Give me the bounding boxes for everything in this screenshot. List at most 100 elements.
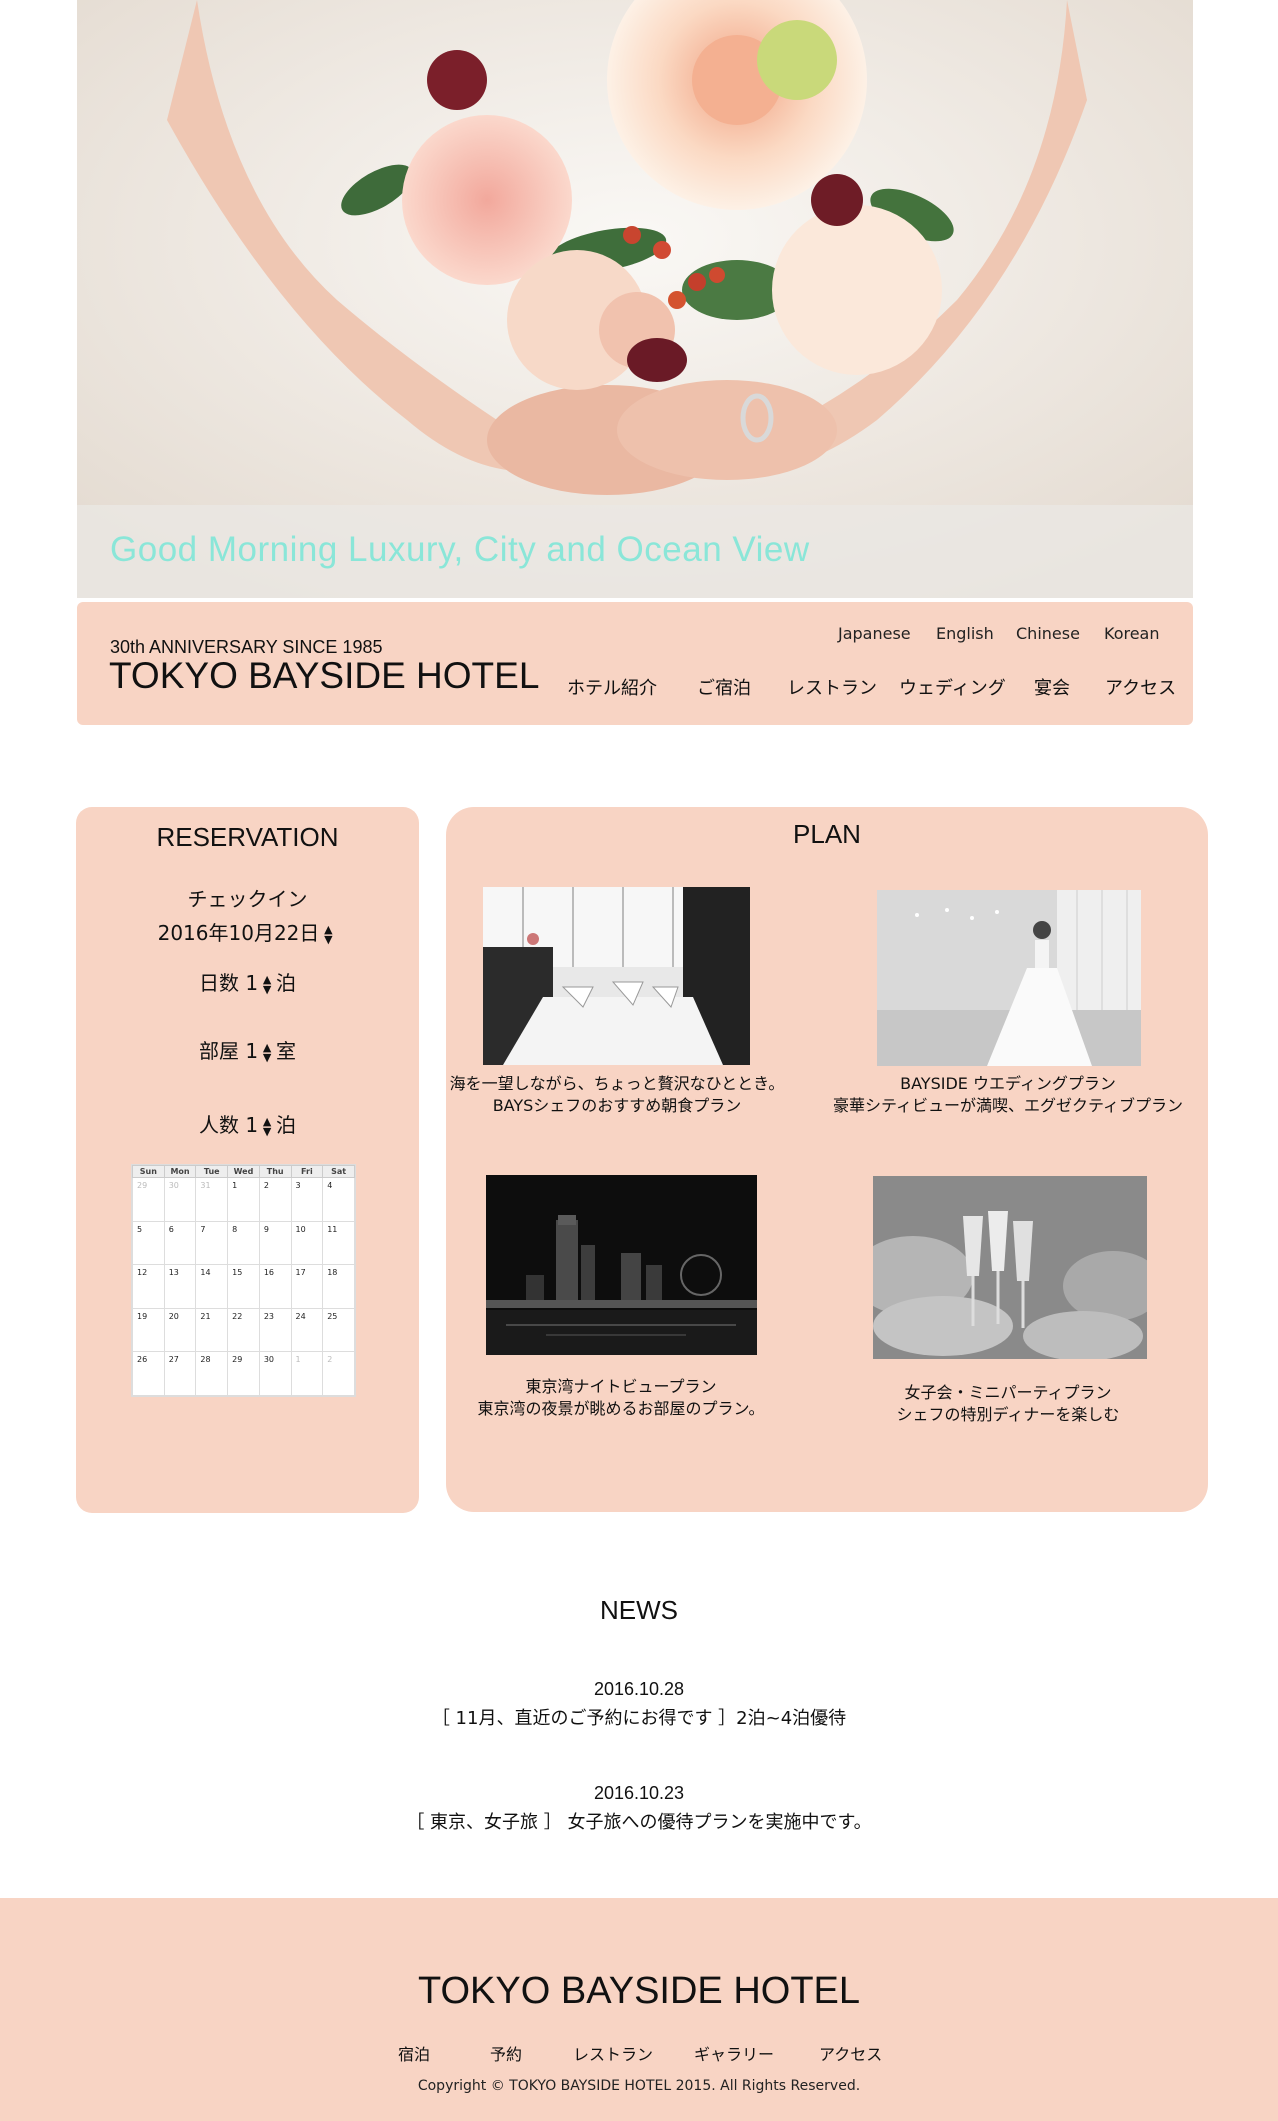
calendar-day[interactable]: 31 — [195, 1177, 229, 1222]
nav-hotel-intro[interactable]: ホテル紹介 — [567, 674, 657, 700]
rooms-label: 部屋 — [198, 1039, 239, 1063]
calendar-day[interactable]: 21 — [195, 1307, 229, 1353]
lang-english-link[interactable]: English — [936, 624, 994, 643]
rooms-unit: 室 — [276, 1039, 297, 1063]
people-value[interactable]: 1 — [245, 1113, 258, 1137]
calendar-day[interactable]: 8 — [227, 1220, 260, 1266]
plan-wedding-line2: 豪華シティビューが満喫、エグゼクティブプラン — [832, 1096, 1184, 1115]
rooms-spinner[interactable]: ▲▼ — [262, 1042, 272, 1063]
hero-banner: Good Morning Luxury, City and Ocean View — [77, 0, 1193, 598]
calendar-day[interactable]: 4 — [322, 1177, 355, 1222]
calendar-day[interactable]: 30 — [258, 1351, 292, 1396]
calendar[interactable]: Sun Mon Tue Wed Thu Fri Sat 29 30 31 1 2… — [131, 1164, 356, 1397]
plan-breakfast-caption[interactable]: 海を一望しながら、ちょっと贅沢なひととき。 BAYSシェフのおすすめ朝食プラン — [446, 1073, 788, 1117]
nav-wedding[interactable]: ウェディング — [899, 674, 1006, 700]
calendar-day[interactable]: 14 — [195, 1264, 229, 1309]
calendar-day[interactable]: 2 — [322, 1351, 355, 1396]
nights-label: 日数 — [198, 971, 239, 995]
calendar-day[interactable]: 10 — [290, 1220, 324, 1266]
footer-nav-reserve[interactable]: 予約 — [490, 2041, 522, 2065]
plan-breakfast-image[interactable] — [483, 887, 750, 1065]
calendar-day[interactable]: 9 — [258, 1220, 292, 1266]
rooms-field: 部屋 1 ▲▼ 室 — [76, 1035, 419, 1064]
calendar-day-header: Sat — [322, 1165, 355, 1178]
calendar-day[interactable]: 24 — [290, 1307, 324, 1353]
calendar-day[interactable]: 22 — [227, 1307, 260, 1353]
calendar-day[interactable]: 26 — [132, 1351, 165, 1396]
calendar-day[interactable]: 29 — [227, 1351, 260, 1396]
calendar-day[interactable]: 25 — [322, 1307, 355, 1353]
nav-stay[interactable]: ご宿泊 — [697, 674, 751, 700]
plan-nightview-caption[interactable]: 東京湾ナイトビュープラン 東京湾の夜景が眺めるお部屋のプラン。 — [446, 1376, 796, 1420]
reservation-title: RESERVATION — [156, 822, 339, 852]
plan-party-caption[interactable]: 女子会・ミニパーティプラン シェフの特別ディナーを楽しむ — [827, 1382, 1189, 1426]
people-spinner[interactable]: ▲▼ — [262, 1116, 272, 1137]
calendar-day[interactable]: 2 — [258, 1177, 292, 1222]
plan-nightview-image[interactable] — [486, 1175, 757, 1355]
footer-brand[interactable]: TOKYO BAYSIDE HOTEL — [0, 1970, 1278, 2013]
calendar-day[interactable]: 20 — [163, 1307, 197, 1353]
calendar-day[interactable]: 28 — [195, 1351, 229, 1396]
footer-nav-restaurant[interactable]: レストラン — [573, 2041, 653, 2065]
calendar-day[interactable]: 1 — [227, 1177, 260, 1222]
news-item-link[interactable]: ［ 11月、直近のご予約にお得です ］2泊~4泊優待 — [0, 1704, 1278, 1730]
news-date: 2016.10.23 — [593, 1783, 685, 1803]
nav-access[interactable]: アクセス — [1105, 674, 1176, 700]
nav-restaurant[interactable]: レストラン — [787, 674, 877, 700]
calendar-day[interactable]: 15 — [227, 1264, 260, 1309]
calendar-day-header: Thu — [258, 1165, 292, 1178]
nights-spinner[interactable]: ▲▼ — [262, 974, 272, 995]
plan-party-image[interactable] — [873, 1176, 1147, 1359]
brand-logo[interactable]: TOKYO BAYSIDE HOTEL — [109, 655, 539, 697]
calendar-day[interactable]: 13 — [163, 1264, 197, 1309]
calendar-day[interactable]: 23 — [258, 1307, 292, 1353]
hero-tagline: Good Morning Luxury, City and Ocean View — [110, 530, 810, 569]
calendar-day[interactable]: 16 — [258, 1264, 292, 1309]
plan-party-line2: シェフの特別ディナーを楽しむ — [896, 1405, 1120, 1424]
calendar-day[interactable]: 12 — [132, 1264, 165, 1309]
footer-nav-stay[interactable]: 宿泊 — [398, 2041, 430, 2065]
lang-chinese-link[interactable]: Chinese — [1016, 624, 1080, 643]
news-item-link[interactable]: ［ 東京、女子旅 ］ 女子旅への優待プランを実施中です。 — [0, 1808, 1278, 1834]
calendar-day[interactable]: 27 — [163, 1351, 197, 1396]
lang-japanese-link[interactable]: Japanese — [838, 624, 911, 643]
calendar-day[interactable]: 17 — [290, 1264, 324, 1309]
calendar-day[interactable]: 19 — [132, 1307, 165, 1353]
copyright-text: Copyright © TOKYO BAYSIDE HOTEL 2015. Al… — [417, 2078, 861, 2094]
lang-korean-link[interactable]: Korean — [1104, 624, 1160, 643]
calendar-day[interactable]: 7 — [195, 1220, 229, 1266]
site-header: 30th ANNIVERSARY SINCE 1985 TOKYO BAYSID… — [77, 602, 1193, 725]
calendar-day-header: Fri — [290, 1165, 324, 1178]
plan-party-line1: 女子会・ミニパーティプラン — [904, 1383, 1112, 1402]
calendar-day[interactable]: 3 — [290, 1177, 324, 1222]
plan-nightview-line1: 東京湾ナイトビュープラン — [525, 1377, 717, 1396]
reservation-panel: RESERVATION チェックイン 2016年10月22日 ▲▼ 日数 1 ▲▼ 泊… — [76, 807, 419, 1513]
calendar-day[interactable]: 18 — [322, 1264, 355, 1309]
checkin-date-spinner[interactable]: ▲▼ — [323, 924, 333, 945]
calendar-day[interactable]: 11 — [322, 1220, 355, 1266]
plan-wedding-caption[interactable]: BAYSIDE ウエディングプラン 豪華シティビューが満喫、エグゼクティブプラン — [827, 1073, 1189, 1117]
rooms-value[interactable]: 1 — [245, 1039, 258, 1063]
calendar-day-header: Sun — [132, 1165, 165, 1178]
night-skyline-photo — [486, 1175, 757, 1355]
calendar-day[interactable]: 6 — [163, 1220, 197, 1266]
nights-field: 日数 1 ▲▼ 泊 — [76, 967, 419, 996]
footer-nav-gallery[interactable]: ギャラリー — [694, 2041, 774, 2065]
site-footer: TOKYO BAYSIDE HOTEL 宿泊 予約 レストラン ギャラリー アク… — [0, 1898, 1278, 2121]
plan-nightview-line2: 東京湾の夜景が眺めるお部屋のプラン。 — [477, 1399, 765, 1418]
calendar-day-header: Tue — [195, 1165, 229, 1178]
footer-nav-access[interactable]: アクセス — [819, 2041, 882, 2065]
nav-banquet[interactable]: 宴会 — [1034, 674, 1070, 700]
calendar-day[interactable]: 30 — [163, 1177, 197, 1222]
people-label: 人数 — [198, 1113, 239, 1137]
plan-wedding-image[interactable] — [877, 890, 1141, 1066]
checkin-label: チェックイン — [187, 887, 308, 911]
calendar-day[interactable]: 1 — [290, 1351, 324, 1396]
nights-value[interactable]: 1 — [245, 971, 258, 995]
calendar-day[interactable]: 5 — [132, 1220, 165, 1266]
bride-photo — [877, 890, 1141, 1066]
plan-title: PLAN — [793, 819, 861, 849]
checkin-date-picker[interactable]: 2016年10月22日 ▲▼ — [76, 917, 419, 946]
calendar-day[interactable]: 29 — [132, 1177, 165, 1222]
restaurant-table-photo — [483, 887, 750, 1065]
